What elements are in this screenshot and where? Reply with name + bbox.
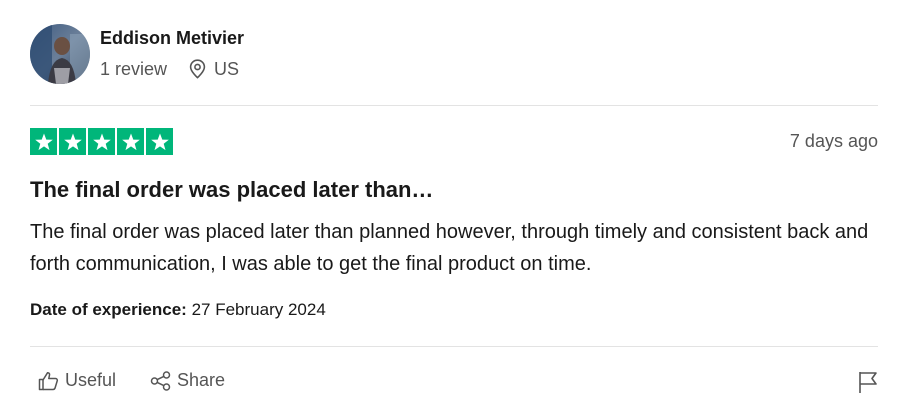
share-label: Share [177,370,226,390]
star-5 [146,128,173,155]
star-icon [121,133,140,150]
reviewer-name[interactable]: Eddison Metivier [100,28,244,49]
experience-date: 27 February 2024 [191,300,326,319]
reviewer-meta: 1 review US [100,57,239,81]
thumbs-up-icon [38,371,59,390]
location-text: US [214,58,240,79]
star-4 [117,128,144,155]
star-1 [30,128,57,155]
useful-label: Useful [65,370,117,390]
review-title[interactable]: The final order was placed later than… [30,177,433,203]
star-rating [30,128,173,155]
reviewer-location: US [189,59,239,80]
star-icon [34,133,53,150]
experience-label: Date of experience: [30,300,187,319]
header-divider [30,105,878,106]
map-pin-icon [189,59,206,79]
flag-icon [859,372,877,393]
star-icon [92,133,111,150]
avatar[interactable] [30,24,90,84]
share-button[interactable]: Share [150,370,225,391]
footer-divider [30,346,878,347]
star-3 [88,128,115,155]
date-posted: 7 days ago [789,131,878,151]
report-button[interactable] [857,370,879,399]
review-count: 1 review [100,58,168,79]
review-card: Eddison Metivier 1 review US 7 days ago … [0,0,900,410]
avatar-photo [30,24,90,84]
star-2 [59,128,86,155]
star-icon [150,133,169,150]
review-body: The final order was placed later than pl… [30,221,869,275]
useful-button[interactable]: Useful [38,370,116,391]
date-of-experience: Date of experience: 27 February 2024 [30,300,326,320]
star-icon [63,133,82,150]
share-icon [150,370,171,391]
